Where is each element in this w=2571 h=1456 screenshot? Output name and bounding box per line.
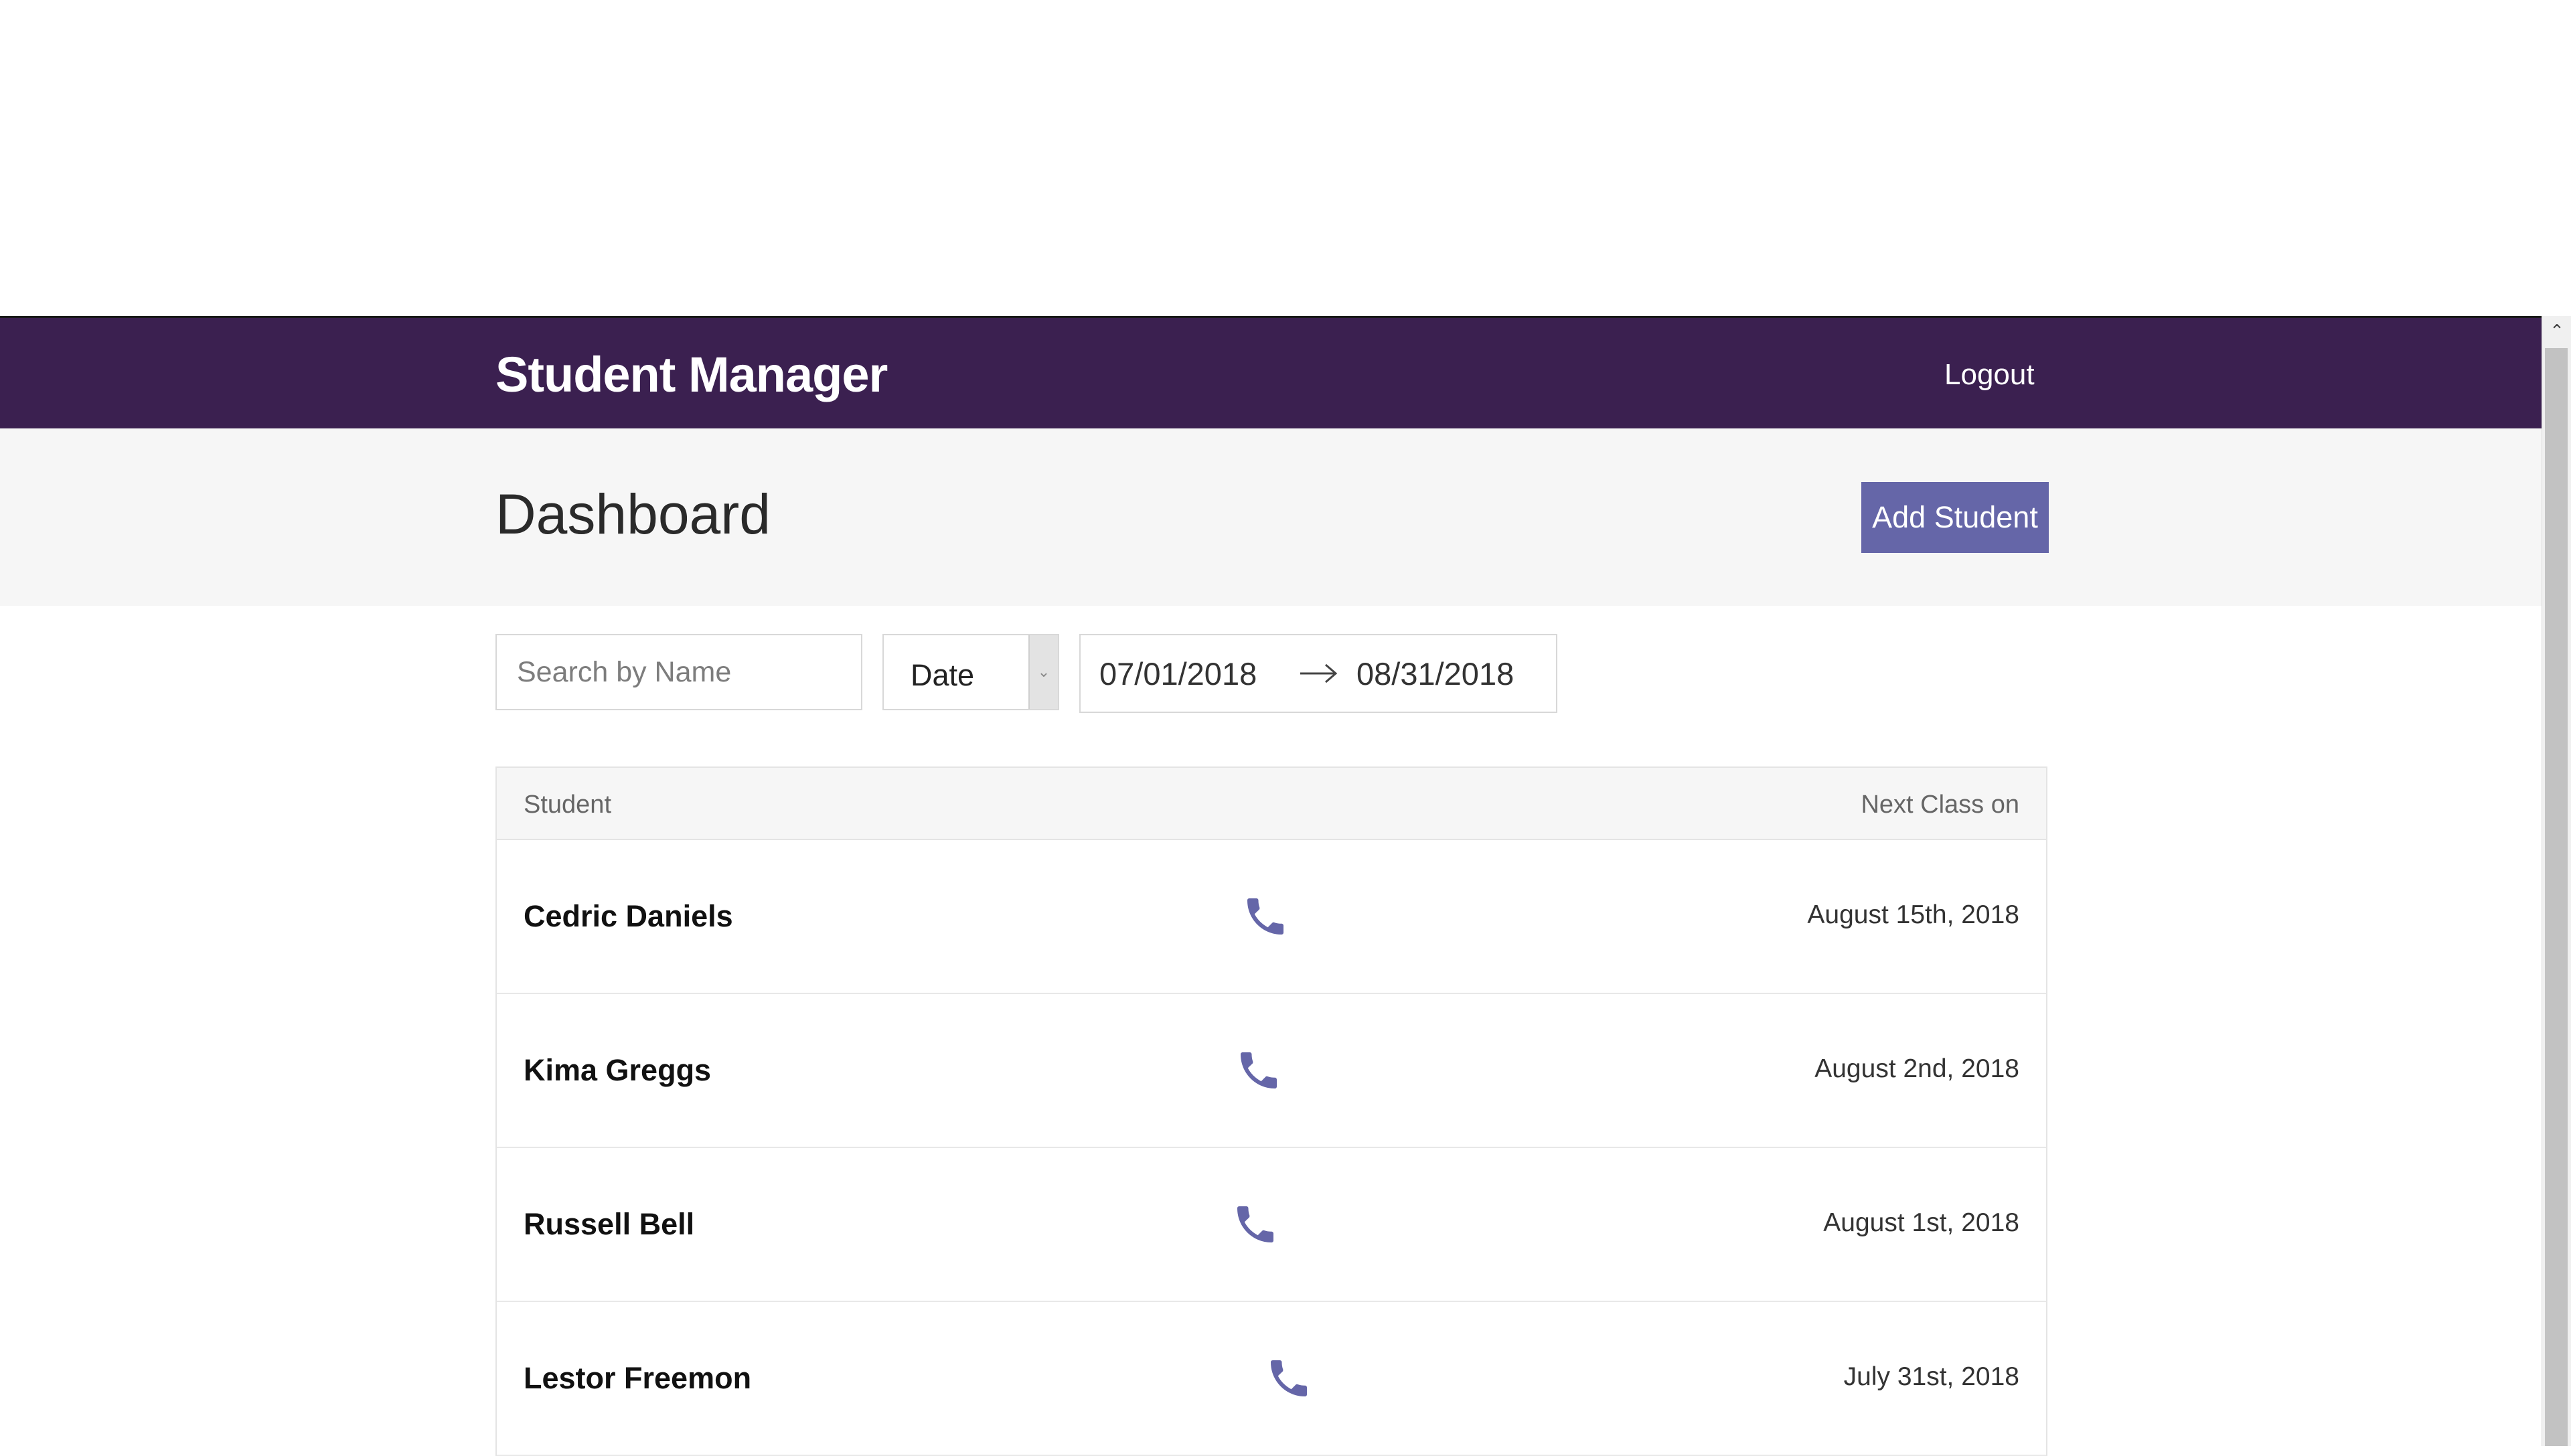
- next-class-date: July 31st, 2018: [1843, 1362, 2019, 1391]
- phone-icon[interactable]: [1235, 1046, 1283, 1095]
- brand-title[interactable]: Student Manager: [495, 346, 888, 403]
- arrow-right-icon: [1300, 663, 1338, 683]
- phone-icon[interactable]: [1265, 1354, 1313, 1402]
- student-name[interactable]: Lestor Freemon: [524, 1361, 751, 1396]
- student-name[interactable]: Cedric Daniels: [524, 899, 733, 934]
- table-row[interactable]: Russell Bell August 1st, 2018: [497, 1148, 2046, 1302]
- next-class-date: August 1st, 2018: [1823, 1208, 2019, 1237]
- next-class-date: August 2nd, 2018: [1814, 1054, 2019, 1083]
- search-input[interactable]: [495, 634, 862, 710]
- phone-icon[interactable]: [1241, 892, 1290, 941]
- scrollbar-thumb[interactable]: [2545, 348, 2568, 1446]
- students-table: Student Next Class on Cedric Daniels Aug…: [495, 766, 2047, 1456]
- add-student-button[interactable]: Add Student: [1861, 482, 2049, 553]
- chevron-down-icon[interactable]: ⌄: [1028, 635, 1058, 709]
- logout-link[interactable]: Logout: [1944, 358, 2035, 392]
- table-row[interactable]: Lestor Freemon July 31st, 2018: [497, 1302, 2046, 1456]
- student-name[interactable]: Kima Greggs: [524, 1053, 711, 1088]
- table-row[interactable]: Cedric Daniels August 15th, 2018: [497, 840, 2046, 994]
- date-range-picker[interactable]: 07/01/2018 08/31/2018: [1079, 634, 1557, 713]
- phone-icon[interactable]: [1231, 1200, 1279, 1248]
- table-row[interactable]: Kima Greggs August 2nd, 2018: [497, 994, 2046, 1148]
- date-from-field[interactable]: 07/01/2018: [1099, 655, 1257, 692]
- date-to-field[interactable]: 08/31/2018: [1356, 655, 1514, 692]
- page-header: Dashboard Add Student: [0, 428, 2542, 606]
- filter-bar: Date ⌄ 07/01/2018 08/31/2018: [0, 606, 2542, 766]
- next-class-date: August 15th, 2018: [1807, 900, 2019, 929]
- column-header-next-class[interactable]: Next Class on: [1861, 791, 2019, 819]
- student-name[interactable]: Russell Bell: [524, 1207, 694, 1242]
- column-header-student[interactable]: Student: [524, 791, 611, 819]
- sort-select-value: Date: [911, 658, 975, 692]
- chevron-up-icon[interactable]: ⌃: [2542, 316, 2571, 345]
- page-title: Dashboard: [495, 483, 771, 546]
- sort-select[interactable]: Date ⌄: [882, 634, 1059, 710]
- top-navbar: Student Manager Logout: [0, 318, 2542, 428]
- vertical-scrollbar[interactable]: ⌃: [2542, 316, 2571, 1446]
- table-header: Student Next Class on: [497, 768, 2046, 840]
